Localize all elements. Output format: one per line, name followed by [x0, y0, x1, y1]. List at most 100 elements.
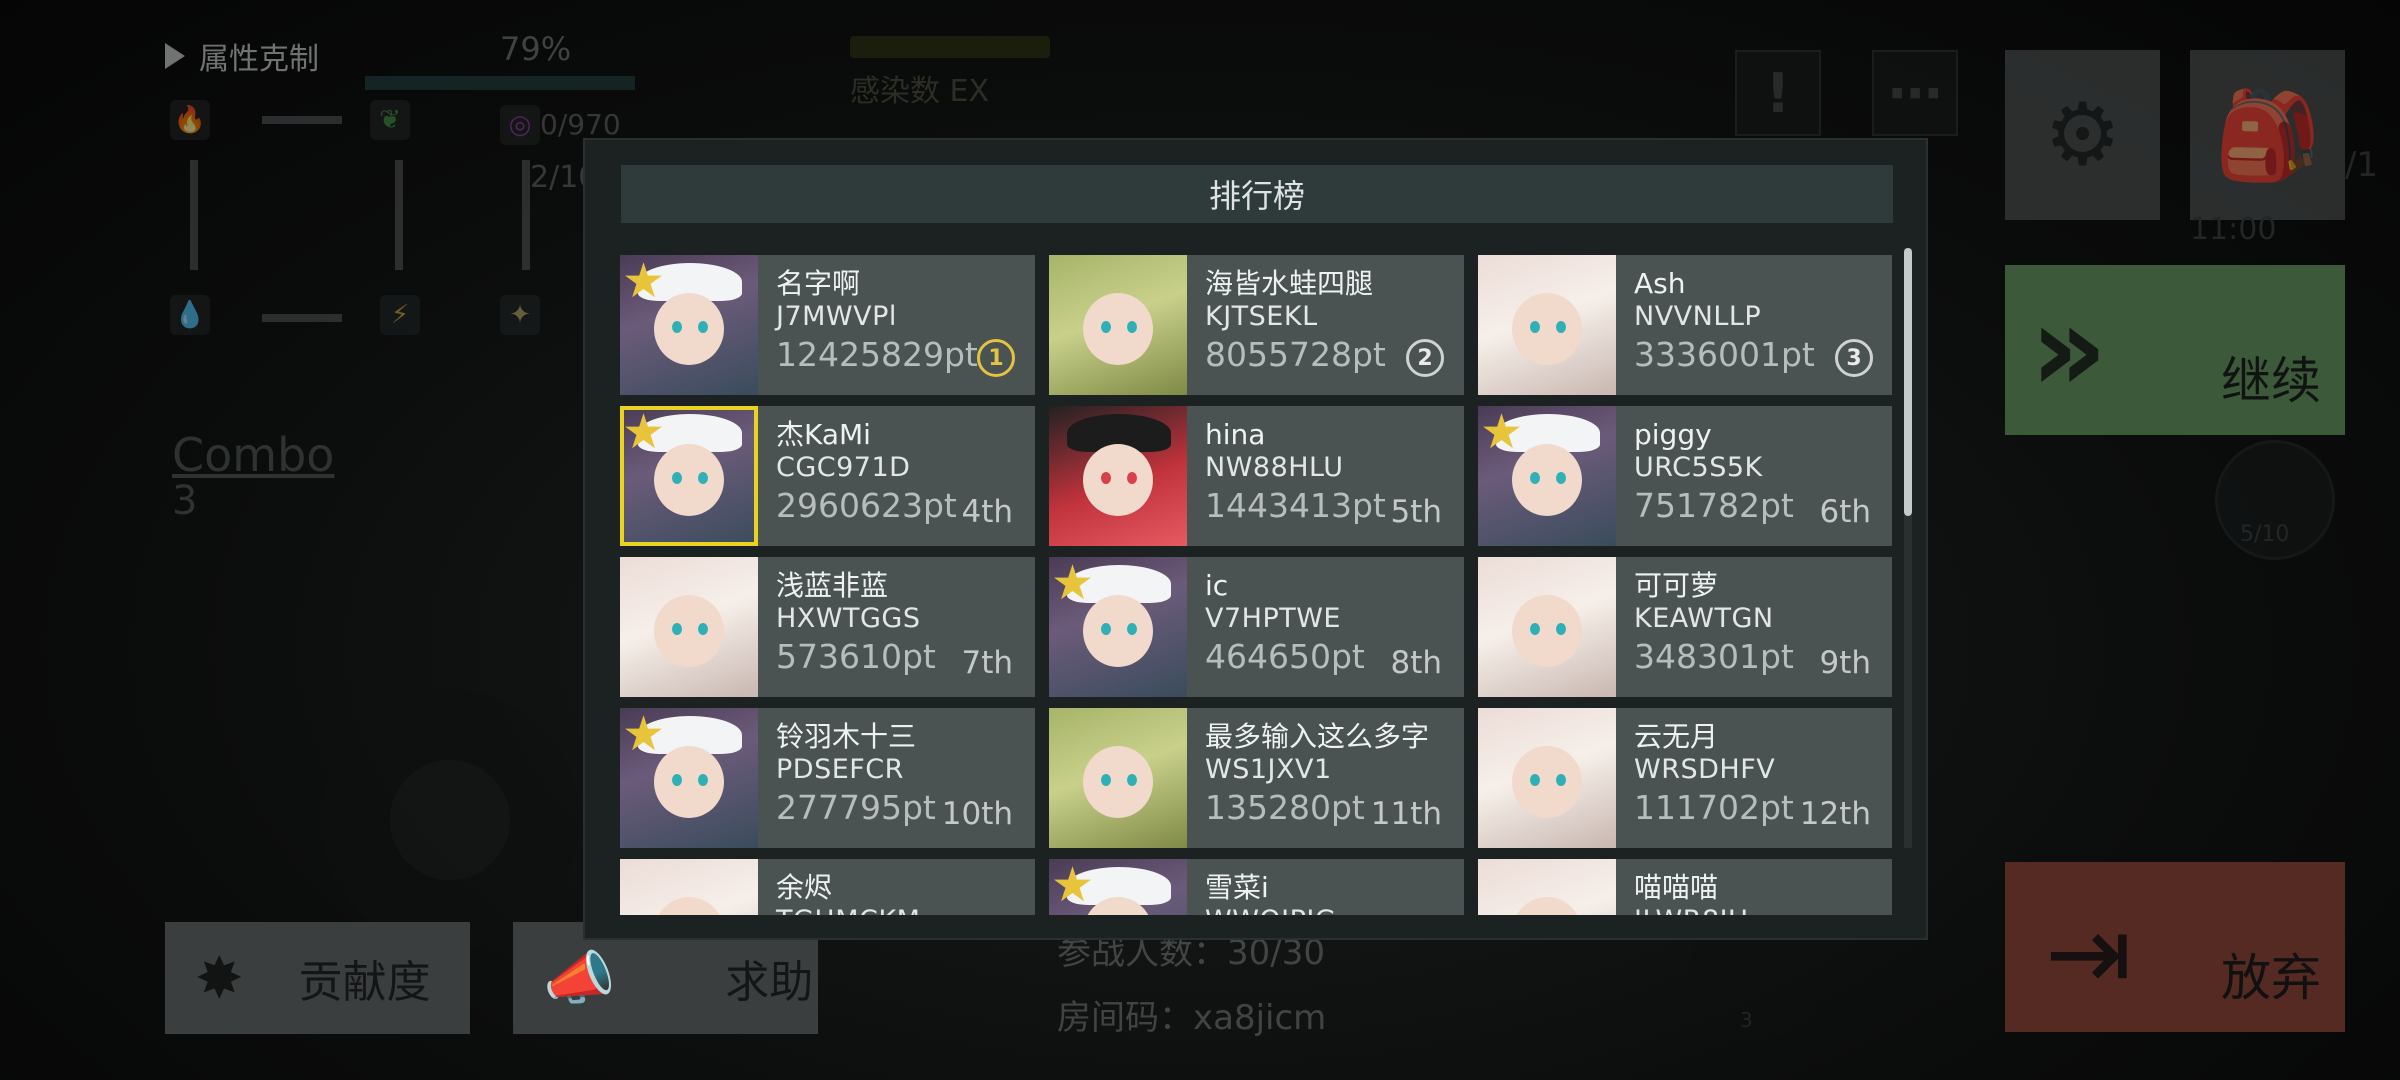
avatar-eye — [672, 623, 682, 635]
attribute-percent: 79% — [500, 30, 572, 68]
attribute-advantage[interactable]: 属性克制 — [165, 34, 319, 78]
leaderboard-entry[interactable]: ★ 名字啊 J7MWVPl 12425829pt 1 — [620, 255, 1035, 395]
leaderboard-entry[interactable]: 海皆水蛙四腿 KJTSEKL 8055728pt 2 — [1049, 255, 1464, 395]
backpack-icon: 🎒 — [2213, 85, 2322, 186]
leaderboard-entry[interactable]: 余烬TGHMCKM — [620, 859, 1035, 915]
arrow-down-icon — [522, 160, 530, 270]
avatar-eye — [1530, 774, 1540, 786]
exit-icon: ⇥ — [2045, 892, 2133, 1014]
robot-arm-button[interactable]: ⚙ — [2005, 50, 2160, 220]
player-name: ic — [1205, 569, 1229, 602]
avatar-eye — [698, 623, 708, 635]
leaderboard-entry[interactable]: ★ 雪菜iWWQJPJG — [1049, 859, 1464, 915]
player-id: NW88HLU — [1205, 452, 1344, 483]
leaderboard-scrollbar[interactable] — [1904, 248, 1912, 848]
player-name: 可可萝 — [1634, 569, 1719, 602]
player-name: 铃羽木十三 — [776, 720, 917, 753]
player-avatar: ★ — [620, 255, 758, 395]
entry-info: Ash NVVNLLP 3336001pt 3 — [1616, 255, 1892, 395]
lightning-icon: ⚡ — [380, 295, 420, 335]
avatar-face — [654, 897, 724, 915]
help-label: 求助 — [725, 957, 814, 1008]
leaderboard-entry[interactable]: 喵喵喵ILWR8JU — [1478, 859, 1892, 915]
player-rank: 10th — [941, 796, 1013, 832]
leaderboard-entry[interactable]: Ash NVVNLLP 3336001pt 3 — [1478, 255, 1892, 395]
entry-info: 杰KaMi CGC971D 2960623pt 4th — [758, 406, 1035, 546]
arrow-right-icon — [262, 116, 342, 124]
player-avatar — [1478, 859, 1616, 915]
leaderboard-entry[interactable]: ★ 铃羽木十三 PDSEFCR 277795pt 10th — [620, 708, 1035, 848]
scrollbar-thumb[interactable] — [1904, 248, 1912, 516]
player-name: piggy — [1634, 418, 1712, 451]
contribution-button[interactable]: ✸ 贡献度 — [165, 922, 470, 1034]
ghost-count: 3 — [1740, 1008, 1753, 1032]
entry-info: hina NW88HLU 1443413pt 5th — [1187, 406, 1464, 546]
abandon-button[interactable]: ⇥ 放弃 — [2005, 862, 2345, 1032]
play-icon — [165, 43, 185, 69]
player-name: 杰KaMi — [776, 418, 871, 451]
player-avatar: ★ — [620, 406, 758, 546]
player-name: 海皆水蛙四腿 — [1205, 267, 1374, 300]
leaderboard-entry[interactable]: 最多输入这么多字 WS1JXV1 135280pt 11th — [1049, 708, 1464, 848]
continue-button[interactable]: » 继续 — [2005, 265, 2345, 435]
entry-info: 海皆水蛙四腿 KJTSEKL 8055728pt 2 — [1187, 255, 1464, 395]
entry-info: 云无月 WRSDHFV 111702pt 12th — [1616, 708, 1892, 848]
virtual-joystick[interactable] — [320, 690, 580, 950]
avatar-eye — [1127, 321, 1137, 333]
arrow-down-icon — [395, 160, 403, 270]
avatar-eye — [698, 774, 708, 786]
player-avatar — [1478, 557, 1616, 697]
vortex-icon: ◎ — [500, 105, 540, 145]
avatar-eye — [1127, 472, 1137, 484]
player-id: WS1JXV1 — [1205, 754, 1332, 785]
avatar-eye — [1101, 321, 1111, 333]
player-name: 余烬 — [776, 871, 833, 904]
player-name: 浅蓝非蓝 — [776, 569, 889, 602]
player-id: HXWTGGS — [776, 603, 921, 634]
player-id: J7MWVPl — [776, 301, 897, 332]
player-rank: 5th — [1390, 494, 1442, 530]
star-icon: ★ — [622, 255, 666, 309]
backpack-button[interactable]: 🎒 — [2190, 50, 2345, 220]
entry-info: 浅蓝非蓝 HXWTGGS 573610pt 7th — [758, 557, 1035, 697]
abandon-label: 放弃 — [2221, 949, 2321, 1007]
avatar-face — [1512, 293, 1582, 365]
player-name: 喵喵喵 — [1634, 871, 1719, 904]
attribute-label: 属性克制 — [199, 42, 319, 77]
leaderboard-list[interactable]: ★ 名字啊 J7MWVPl 12425829pt 1 海皆水蛙四腿 KJTSEKL 80557… — [620, 255, 1892, 915]
player-id: WRSDHFV — [1634, 754, 1776, 785]
entry-info: piggy URC5S5K 751782pt 6th — [1616, 406, 1892, 546]
infection-bar — [850, 36, 1050, 58]
infection-meter: 感染数 EX — [850, 36, 1050, 110]
alert-icon[interactable]: ! — [1735, 50, 1821, 136]
player-name: 名字啊 — [776, 267, 861, 300]
leaderboard-entry[interactable]: 可可萝 KEAWTGN 348301pt 9th — [1478, 557, 1892, 697]
star-icon: ★ — [1480, 406, 1524, 460]
avatar-face — [1512, 746, 1582, 818]
leaderboard-entry[interactable]: hina NW88HLU 1443413pt 5th — [1049, 406, 1464, 546]
entry-info: 余烬TGHMCKM — [758, 859, 1035, 915]
player-avatar — [620, 859, 758, 915]
leaderboard-entry[interactable]: ★ piggy URC5S5K 751782pt 6th — [1478, 406, 1892, 546]
player-avatar: ★ — [1478, 406, 1616, 546]
leaderboard-entry[interactable]: 浅蓝非蓝 HXWTGGS 573610pt 7th — [620, 557, 1035, 697]
chat-icon[interactable]: ⋯ — [1872, 50, 1958, 136]
rosette-icon: ✸ — [195, 944, 244, 1012]
star-icon: ★ — [1051, 859, 1095, 913]
star-icon: ★ — [1051, 557, 1095, 611]
star-icon: ✦ — [500, 295, 540, 335]
energy-count: 0/970 — [540, 108, 621, 141]
avatar-eye — [672, 472, 682, 484]
clock: 11:00 — [2190, 212, 2277, 247]
leaderboard-entry[interactable]: ★ ic V7HPTWE 464650pt 8th — [1049, 557, 1464, 697]
robot-count: 5/10 — [2240, 522, 2290, 547]
avatar-eye — [698, 472, 708, 484]
avatar-eye — [1530, 321, 1540, 333]
avatar-eye — [1101, 623, 1111, 635]
leaderboard-entry[interactable]: ★ 杰KaMi CGC971D 2960623pt 4th — [620, 406, 1035, 546]
fire-icon: 🔥 — [170, 100, 210, 140]
leaderboard-entry[interactable]: 云无月 WRSDHFV 111702pt 12th — [1478, 708, 1892, 848]
player-id: PDSEFCR — [776, 754, 904, 785]
player-avatar — [1049, 406, 1187, 546]
player-name: Ash — [1634, 267, 1686, 300]
